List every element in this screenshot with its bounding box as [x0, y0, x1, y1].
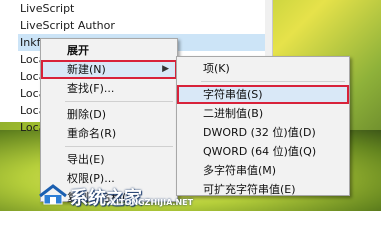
menu-item-expand[interactable]: 展开 — [41, 41, 177, 60]
submenu-arrow-icon: ▶ — [162, 64, 169, 74]
menu-item-new-label: 新建(N) — [67, 63, 106, 76]
tree-item-livescript[interactable]: LiveScript — [18, 0, 272, 17]
menu-item-export[interactable]: 导出(E) — [41, 150, 177, 169]
submenu-item-multi-string-value[interactable]: 多字符串值(M) — [177, 161, 349, 180]
submenu-item-expandable-string-value[interactable]: 可扩充字符串值(E) — [177, 180, 349, 199]
menu-item-find[interactable]: 查找(F)... — [41, 79, 177, 98]
watermark-url: XITONGZHIJIA.NET — [110, 198, 194, 207]
context-menu: 展开 新建(N) ▶ 查找(F)... 删除(D) 重命名(R) 导出(E) 权… — [40, 38, 178, 204]
menu-separator — [201, 81, 345, 82]
menu-separator — [65, 146, 173, 147]
menu-item-new[interactable]: 新建(N) ▶ — [41, 60, 177, 79]
menu-item-delete[interactable]: 删除(D) — [41, 105, 177, 124]
new-submenu: 项(K) 字符串值(S) 二进制值(B) DWORD (32 位)值(D) QW… — [176, 56, 350, 196]
submenu-item-key[interactable]: 项(K) — [177, 59, 349, 78]
submenu-item-dword-value[interactable]: DWORD (32 位)值(D) — [177, 123, 349, 142]
tree-item-livescript-author[interactable]: LiveScript Author — [18, 17, 272, 34]
menu-item-rename[interactable]: 重命名(R) — [41, 124, 177, 143]
submenu-item-qword-value[interactable]: QWORD (64 位)值(Q) — [177, 142, 349, 161]
menu-separator — [65, 101, 173, 102]
submenu-item-binary-value[interactable]: 二进制值(B) — [177, 104, 349, 123]
house-logo-icon — [39, 184, 67, 205]
submenu-item-string-value[interactable]: 字符串值(S) — [177, 85, 349, 104]
